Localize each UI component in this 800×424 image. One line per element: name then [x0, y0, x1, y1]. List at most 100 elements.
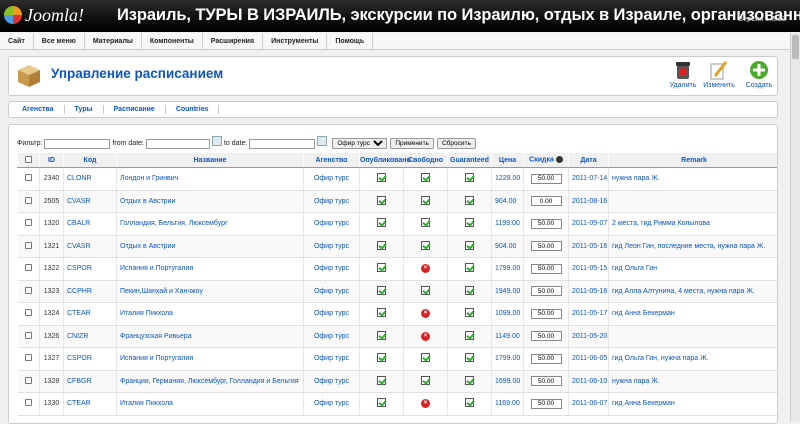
cross-icon[interactable]: ×: [421, 309, 430, 319]
check-icon[interactable]: [465, 330, 474, 340]
check-icon[interactable]: [465, 375, 474, 385]
from-date-input[interactable]: [145, 138, 210, 149]
col-discount-header[interactable]: Скидка: [523, 152, 569, 168]
apply-button[interactable]: Применить: [390, 138, 434, 149]
check-icon[interactable]: [421, 375, 430, 385]
check-icon[interactable]: [421, 218, 430, 228]
tour-name-link[interactable]: Голландия, Бельгия, Люксембург: [116, 212, 304, 236]
menu-site[interactable]: Сайт: [0, 33, 34, 50]
cross-icon[interactable]: ×: [421, 264, 430, 274]
col-code-header[interactable]: Код: [63, 152, 117, 168]
code-link[interactable]: CVASR: [63, 235, 117, 258]
check-icon[interactable]: [465, 285, 474, 295]
row-checkbox[interactable]: [24, 376, 32, 384]
discount-input[interactable]: [530, 196, 562, 207]
code-link[interactable]: CLONR: [63, 167, 117, 191]
tour-name-link[interactable]: Испания и Португалия: [116, 257, 304, 281]
check-icon[interactable]: [377, 330, 386, 340]
discount-input[interactable]: [530, 398, 562, 409]
tour-name-link[interactable]: Испания и Португалия: [116, 347, 304, 371]
reset-button[interactable]: Сбросить: [436, 138, 476, 149]
menu-help[interactable]: Помощь: [327, 33, 374, 50]
calendar-icon[interactable]: [317, 135, 328, 146]
row-checkbox[interactable]: [24, 174, 32, 182]
tour-name-link[interactable]: Италия Пикхола: [116, 302, 304, 326]
tour-name-link[interactable]: Пекин,Шанхай и Ханчжоу: [116, 280, 304, 303]
check-icon[interactable]: [465, 398, 474, 408]
create-button[interactable]: Создать: [739, 60, 779, 89]
code-link[interactable]: CBALR: [63, 212, 117, 236]
filter-input[interactable]: [44, 138, 111, 149]
tour-name-link[interactable]: Италия Пикхола: [116, 392, 304, 416]
to-date-input[interactable]: [249, 138, 316, 149]
agency-link[interactable]: Офир турс: [303, 280, 360, 303]
discount-input[interactable]: [530, 218, 562, 229]
check-icon[interactable]: [377, 263, 386, 273]
check-icon[interactable]: [377, 398, 386, 408]
row-checkbox[interactable]: [24, 264, 32, 272]
col-free-header[interactable]: Свободно: [403, 152, 448, 168]
check-icon[interactable]: [465, 173, 474, 183]
cross-icon[interactable]: ×: [421, 399, 430, 409]
select-all-checkbox[interactable]: [25, 155, 32, 163]
check-icon[interactable]: [377, 218, 386, 228]
check-icon[interactable]: [377, 308, 386, 318]
menu-content[interactable]: Материалы: [85, 33, 142, 50]
agency-link[interactable]: Офир турс: [303, 302, 360, 326]
cross-icon[interactable]: ×: [421, 331, 430, 341]
check-icon[interactable]: [377, 285, 386, 295]
agency-link[interactable]: Офир турс: [303, 370, 360, 393]
code-link[interactable]: CTEAR: [63, 392, 117, 416]
row-checkbox[interactable]: [24, 309, 32, 317]
code-link[interactable]: CVASR: [63, 190, 117, 213]
discount-input[interactable]: [530, 376, 562, 387]
tour-name-link[interactable]: Французская Ривьера: [116, 325, 304, 348]
edit-button[interactable]: Изменить: [699, 60, 739, 89]
code-link[interactable]: CSPOR: [63, 257, 117, 281]
discount-input[interactable]: [530, 308, 562, 319]
menu-tools[interactable]: Инструменты: [263, 33, 328, 50]
agency-link[interactable]: Офир турс: [303, 212, 360, 236]
row-checkbox[interactable]: [24, 399, 32, 407]
check-icon[interactable]: [421, 240, 430, 250]
tab-schedule[interactable]: Расписание: [104, 105, 166, 114]
code-link[interactable]: CFBGR: [63, 370, 117, 393]
menu-all-menus[interactable]: Все меню: [34, 33, 85, 50]
scrollbar-thumb[interactable]: [792, 35, 799, 59]
row-checkbox[interactable]: [24, 196, 32, 204]
check-icon[interactable]: [421, 353, 430, 363]
agency-link[interactable]: Офир турс: [303, 167, 360, 191]
check-icon[interactable]: [465, 263, 474, 273]
check-icon[interactable]: [465, 195, 474, 205]
discount-input[interactable]: [530, 263, 562, 274]
discount-input[interactable]: [530, 241, 562, 252]
agency-link[interactable]: Офир турс: [303, 325, 360, 348]
row-checkbox[interactable]: [24, 241, 32, 249]
col-price-header[interactable]: Цена: [491, 152, 524, 168]
col-remark-header[interactable]: Remark: [608, 152, 777, 168]
tour-name-link[interactable]: Отдых в Австрии: [116, 190, 304, 213]
agency-link[interactable]: Офир турс: [303, 257, 360, 281]
col-guaranteed-header[interactable]: Guaranteed: [447, 152, 492, 168]
row-checkbox[interactable]: [24, 354, 32, 362]
col-published-header[interactable]: Опубликовано: [359, 152, 411, 168]
tour-name-link[interactable]: Франция, Германия, Люксембург, Голландия…: [116, 370, 304, 393]
agency-link[interactable]: Офир турс: [303, 347, 360, 371]
tab-agencies[interactable]: Агенства: [12, 105, 65, 114]
discount-input[interactable]: [530, 353, 562, 364]
delete-button[interactable]: Удалить: [663, 60, 703, 89]
discount-input[interactable]: [530, 331, 562, 342]
code-link[interactable]: CTEAR: [63, 302, 117, 326]
row-checkbox[interactable]: [24, 219, 32, 227]
check-icon[interactable]: [421, 195, 430, 205]
row-checkbox[interactable]: [24, 286, 32, 294]
calendar-icon[interactable]: [211, 135, 222, 146]
check-icon[interactable]: [465, 308, 474, 318]
check-icon[interactable]: [377, 375, 386, 385]
agency-select[interactable]: Офир турс: [332, 138, 388, 149]
check-icon[interactable]: [465, 353, 474, 363]
joomla-logo[interactable]: Joomla!: [4, 4, 84, 26]
discount-input[interactable]: [530, 173, 562, 184]
check-icon[interactable]: [377, 240, 386, 250]
check-icon[interactable]: [421, 173, 430, 183]
